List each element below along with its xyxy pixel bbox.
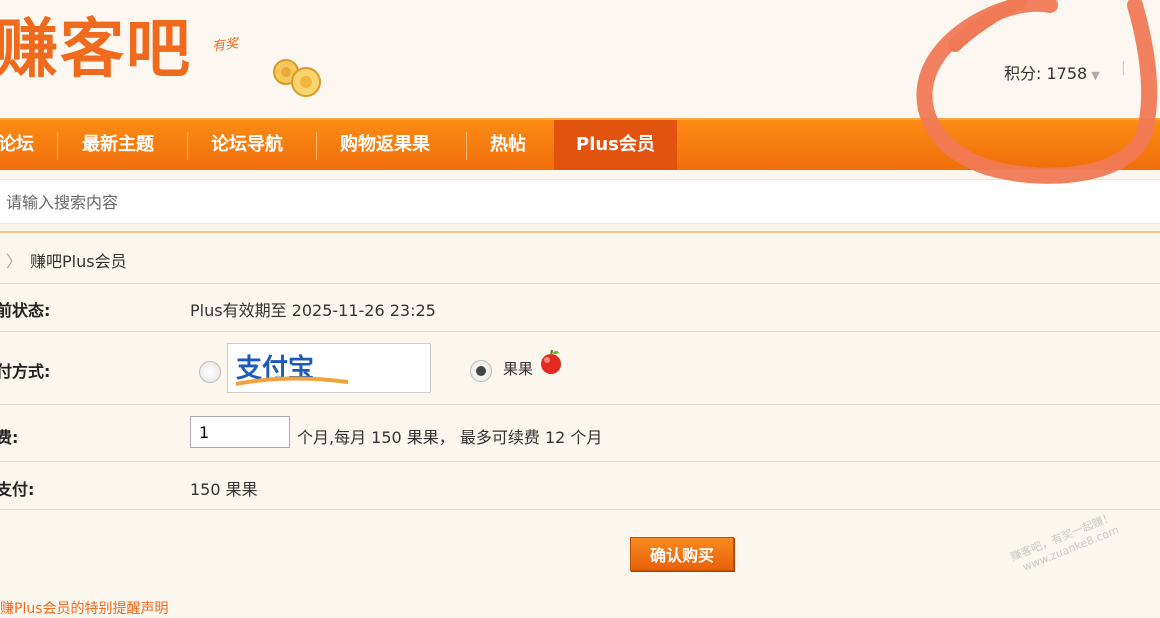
row-divider [0,509,1160,510]
guoguo-option-label: 果果 [503,360,534,378]
site-logo[interactable]: 赚客吧 [0,18,192,82]
radio-guoguo[interactable] [470,360,492,382]
breadcrumb-chevron-icon: 〉 [6,252,23,271]
status-value: Plus有效期至 2025-11-26 23:25 [190,301,436,320]
alipay-logo-icon: 支付宝 [235,353,349,386]
alipay-logo[interactable]: 支付宝 [227,343,431,393]
header-divider: | [1121,60,1126,76]
site-header: 赚客吧 有奖 积分: 1758 ▼ | I [0,0,1160,118]
breadcrumb-current[interactable]: 赚吧Plus会员 [30,252,127,271]
site-watermark: 赚客吧，有奖一起赚！ www.zuanke8.com [1009,510,1121,577]
nav-divider [57,132,58,160]
header-menu-edge[interactable]: I [1150,60,1154,76]
nav-item-shopping-cashback[interactable]: 购物返果果 [340,120,430,170]
pay-amount: 150 果果 [190,480,258,499]
footer-hint-link[interactable]: 赚Plus会员的特别提醒声明 [0,598,169,618]
search-bar [0,179,1160,225]
pay-label: 支付: [0,480,35,499]
nav-divider [187,132,188,160]
months-input[interactable] [190,416,290,448]
nav-item-forum-guide[interactable]: 论坛导航 [211,120,283,170]
row-divider [0,404,1160,405]
nav-divider [316,132,317,160]
nav-divider [466,132,467,160]
breadcrumb-divider [0,231,1160,233]
user-points-menu[interactable]: 积分: 1758 ▼ [1004,60,1100,84]
search-input[interactable] [4,180,908,225]
nav-item-latest[interactable]: 最新主题 [82,120,154,170]
main-nav: 论坛 最新主题 论坛导航 购物返果果 热帖 Plus会员 [0,118,1160,170]
chevron-down-icon: ▼ [1091,69,1100,82]
status-label: 前状态: [0,301,51,320]
points-label: 积分: 1758 [1004,64,1088,83]
renew-description: 个月,每月 150 果果， 最多可续费 12 个月 [297,428,603,447]
nav-item-hot[interactable]: 热帖 [490,120,526,170]
apple-icon [541,349,561,374]
breadcrumb: 〉赚吧Plus会员 [6,248,127,272]
row-divider [0,331,1160,332]
confirm-purchase-button[interactable]: 确认购买 [630,537,734,571]
row-divider [0,283,1160,284]
nav-item-plus[interactable]: Plus会员 [554,120,677,170]
logo-slogan: 有奖 [211,36,240,55]
coins-icon [273,59,321,97]
payment-method-label: 付方式: [0,362,51,381]
row-divider [0,461,1160,462]
radio-alipay[interactable] [199,361,221,383]
nav-item-forum[interactable]: 论坛 [0,120,34,170]
renew-label: 费: [0,428,19,447]
